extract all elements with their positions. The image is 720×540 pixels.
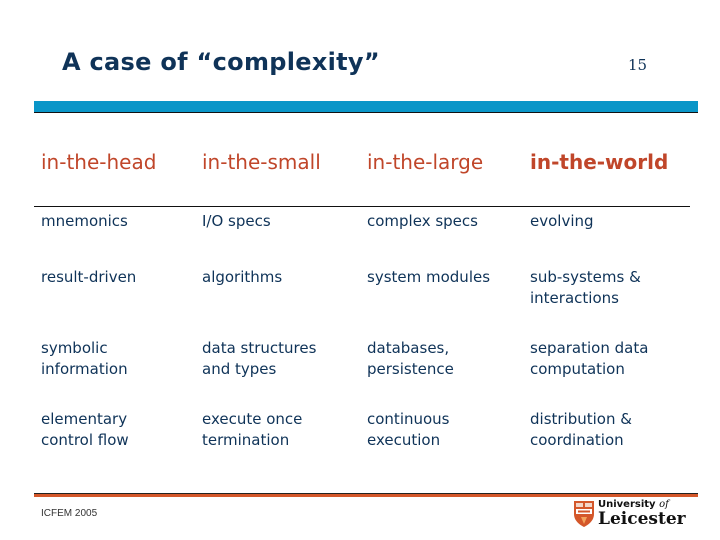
header-in-the-small: in-the-small: [202, 150, 321, 174]
page-number: 15: [628, 56, 648, 74]
slide-title: A case of “complexity”: [62, 48, 380, 76]
bottom-accent-bar: [34, 494, 698, 497]
table-cell: separation data computation: [530, 339, 649, 378]
table-cell: execute once termination: [202, 410, 303, 449]
footer-text: ICFEM 2005: [41, 508, 98, 519]
university-logo: University of Leicester: [573, 498, 686, 532]
header-in-the-large: in-the-large: [367, 150, 484, 174]
header-in-the-head: in-the-head: [41, 150, 157, 174]
table-cell: complex specs: [367, 212, 478, 230]
table-cell: mnemonics: [41, 212, 128, 230]
header-in-the-world: in-the-world: [530, 150, 669, 174]
table-cell: sub-systems & interactions: [530, 268, 641, 307]
table-cell: system modules: [367, 268, 491, 286]
university-shield-icon: [574, 501, 594, 527]
top-accent-underline: [34, 112, 698, 113]
table-cell: algorithms: [202, 268, 283, 286]
table-cell: data structures and types: [202, 339, 317, 378]
table-cell: continuous execution: [367, 410, 450, 449]
table-cell: result-driven: [41, 268, 137, 286]
table-cell: elementary control flow: [41, 410, 129, 449]
table-cell: I/O specs: [202, 212, 271, 230]
table-cell: symbolic information: [41, 339, 128, 378]
logo-line-2: Leicester: [598, 509, 686, 529]
header-divider: [34, 206, 690, 207]
table-cell: databases, persistence: [367, 339, 454, 378]
top-accent-bar: [34, 101, 698, 112]
table-cell: evolving: [530, 212, 594, 230]
table-cell: distribution & coordination: [530, 410, 632, 449]
